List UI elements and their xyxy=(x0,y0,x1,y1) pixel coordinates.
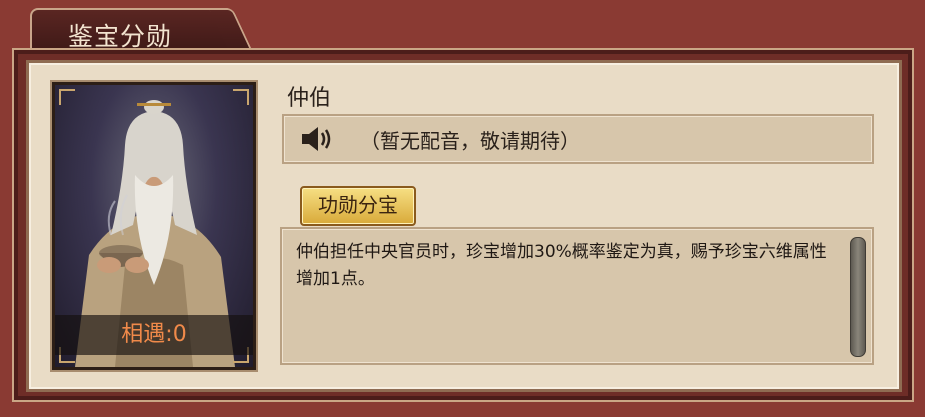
skill-button[interactable]: 功勋分宝 xyxy=(300,186,416,226)
character-name: 仲伯 xyxy=(287,86,332,111)
frame-corner-ornament xyxy=(233,89,249,105)
skill-description-box: 仲伯担任中央官员时，珍宝增加30%概率鉴定为真，赐予珍宝六维属性增加1点。 xyxy=(280,227,874,365)
character-portrait[interactable]: 相遇:0 xyxy=(52,82,256,370)
description-scrollbar[interactable] xyxy=(850,237,866,357)
speaker-icon[interactable] xyxy=(300,125,334,157)
frame-corner-ornament xyxy=(59,89,75,105)
voice-bar: （暂无配音，敬请期待） xyxy=(282,114,874,164)
skill-description-text: 仲伯担任中央官员时，珍宝增加30%概率鉴定为真，赐予珍宝六维属性增加1点。 xyxy=(296,242,827,289)
title-tab: 鉴宝分勋 xyxy=(30,8,234,52)
voice-status-text: （暂无配音，敬请期待） xyxy=(360,129,580,153)
encounter-count: 相遇:0 xyxy=(55,315,253,355)
